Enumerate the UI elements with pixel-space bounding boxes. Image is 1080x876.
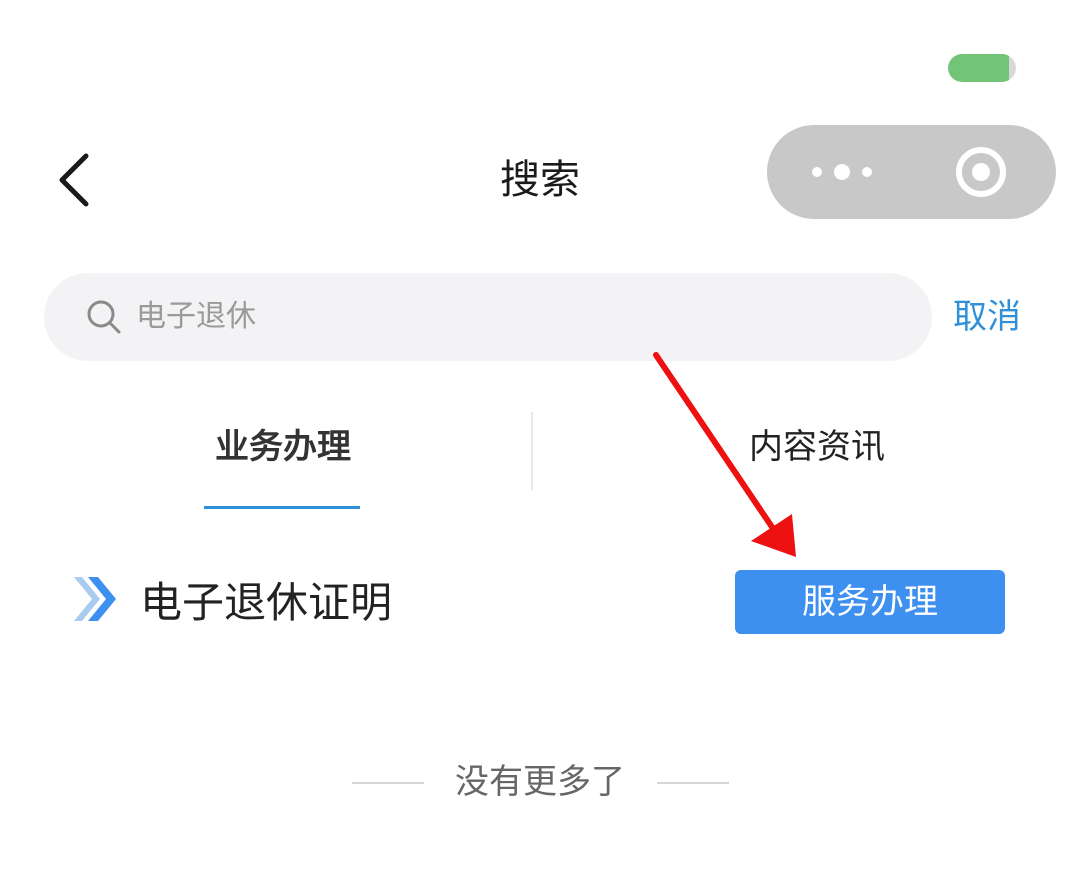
- search-input[interactable]: 电子退休: [44, 273, 932, 361]
- tab-content-news[interactable]: 内容资讯: [664, 412, 970, 512]
- search-query: 电子退休: [136, 299, 256, 334]
- tab-divider: [531, 412, 533, 490]
- search-icon: [87, 300, 121, 334]
- tab-business[interactable]: 业务办理: [130, 412, 436, 512]
- mini-program-capsule: [767, 125, 1056, 219]
- battery-fill: [948, 54, 1010, 82]
- list-item: 电子退休证明 服务办理: [72, 555, 1012, 651]
- double-chevron-icon: [74, 577, 116, 621]
- tab-label: 内容资讯: [749, 427, 885, 467]
- more-button[interactable]: [797, 125, 887, 219]
- close-target-icon: [956, 147, 1006, 197]
- no-more-text: 没有更多了: [455, 762, 625, 802]
- tab-label: 业务办理: [215, 427, 351, 467]
- more-dots-icon: [812, 164, 872, 180]
- result-title: 电子退休证明: [140, 578, 393, 627]
- divider-line: [657, 782, 729, 784]
- battery-indicator: [948, 54, 1016, 82]
- cancel-button[interactable]: 取消: [940, 284, 1034, 350]
- service-handle-button[interactable]: 服务办理: [735, 570, 1005, 634]
- active-tab-indicator: [204, 506, 360, 509]
- close-button[interactable]: [953, 144, 1009, 200]
